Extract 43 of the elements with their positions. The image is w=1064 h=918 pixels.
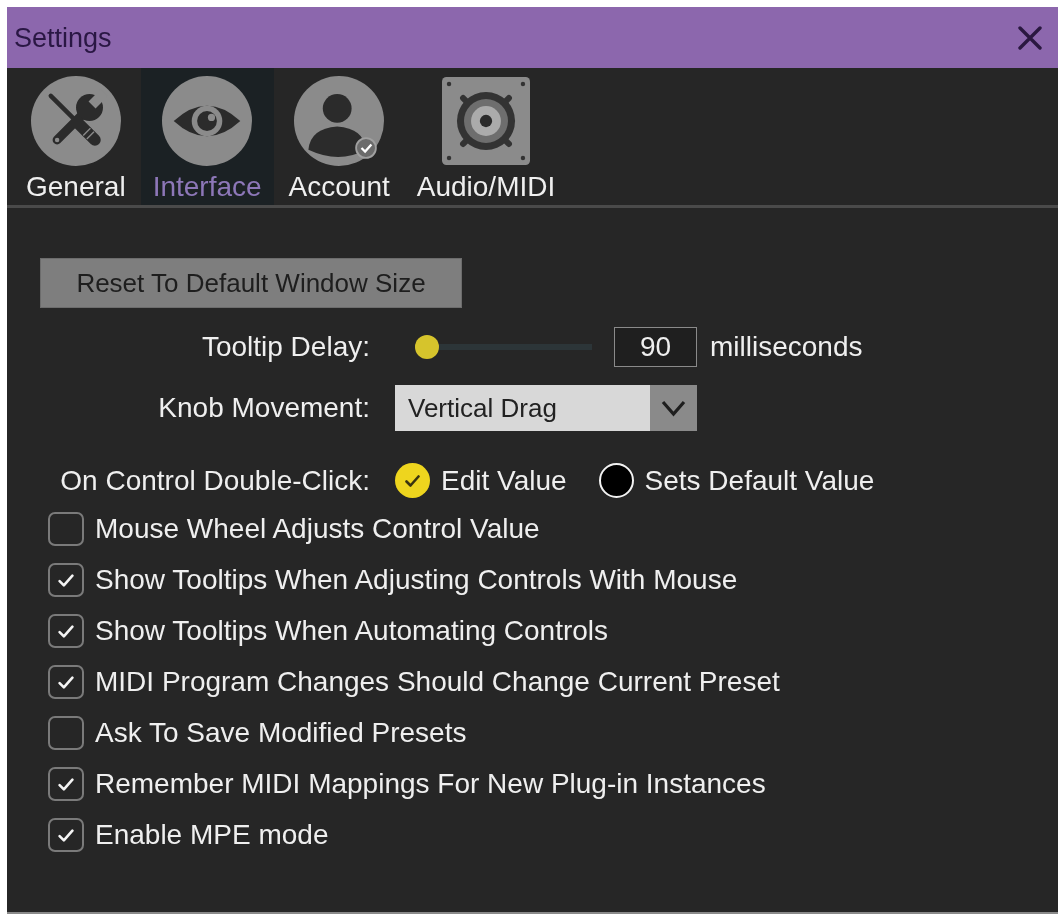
- reset-window-size-button[interactable]: Reset To Default Window Size: [40, 258, 462, 308]
- checkbox-label: Mouse Wheel Adjusts Control Value: [95, 513, 540, 545]
- checkbox-label: Remember MIDI Mappings For New Plug-in Instances: [95, 768, 766, 800]
- checkbox[interactable]: [48, 818, 84, 852]
- settings-tab[interactable]: Account: [276, 68, 402, 205]
- checkbox[interactable]: [48, 512, 84, 546]
- checkbox[interactable]: [48, 767, 84, 801]
- checkbox-label: Show Tooltips When Automating Controls: [95, 615, 609, 647]
- field-label: Knob Movement:: [158, 392, 370, 423]
- field-label: Tooltip Delay:: [201, 331, 370, 362]
- slider-thumb[interactable]: [415, 335, 439, 359]
- option-label: Edit Value: [441, 464, 567, 497]
- eye-icon: [162, 76, 253, 166]
- number-field[interactable]: 90: [614, 327, 697, 367]
- settings-tab[interactable]: Audio/MIDI: [404, 68, 568, 205]
- settings-tab[interactable]: General: [14, 68, 138, 205]
- checkmark-icon: [405, 474, 420, 487]
- checkmark-icon: [58, 675, 74, 689]
- tools-icon: [30, 76, 121, 166]
- chevron-down-icon: [650, 385, 697, 431]
- checkbox-label: Show Tooltips When Adjusting Controls With Mouse: [95, 564, 738, 596]
- checkbox[interactable]: [48, 665, 84, 699]
- checkmark-icon: [58, 573, 74, 587]
- checkmark-icon: [58, 624, 74, 638]
- person-icon: [294, 76, 385, 166]
- dropdown[interactable]: Vertical Drag: [395, 385, 697, 431]
- radio-button[interactable]: [598, 463, 634, 498]
- unit-label: milliseconds: [710, 331, 863, 363]
- checkbox[interactable]: [48, 614, 84, 648]
- checkbox-label: Ask To Save Modified Presets: [95, 717, 467, 749]
- checkbox[interactable]: [48, 716, 84, 750]
- radio-button[interactable]: [395, 463, 430, 498]
- checkmark-icon: [58, 828, 74, 842]
- option-label: Sets Default Value: [644, 464, 875, 497]
- checkbox-label: Enable MPE mode: [95, 819, 329, 851]
- checkbox-label: MIDI Program Changes Should Change Current Preset: [95, 666, 780, 698]
- checkbox[interactable]: [48, 563, 84, 597]
- settings-tab[interactable]: Interface: [140, 68, 274, 205]
- close-icon[interactable]: [1018, 25, 1042, 50]
- field-label: On Control Double-Click:: [60, 464, 370, 496]
- window-title: Settings: [14, 21, 112, 54]
- speaker-icon: [442, 77, 530, 165]
- checkmark-icon: [58, 777, 74, 791]
